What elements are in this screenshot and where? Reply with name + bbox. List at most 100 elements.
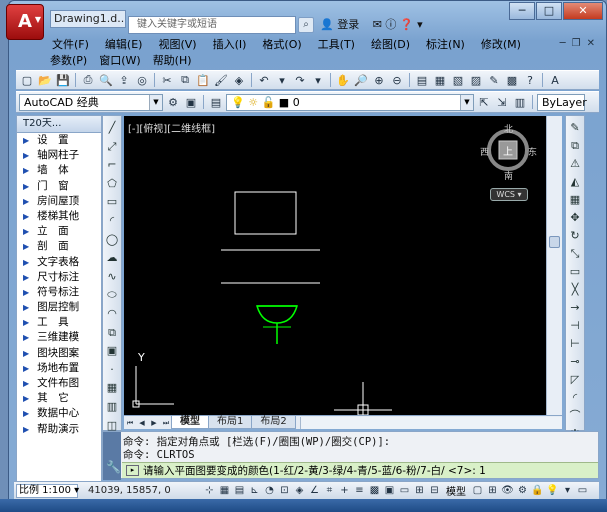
minimize-button[interactable]: ─ (509, 2, 535, 20)
make-block-icon[interactable]: ▣ (104, 343, 120, 358)
sheet-set-icon[interactable]: ▨ (468, 72, 484, 88)
polyline-icon[interactable]: ⌐ (104, 157, 120, 172)
menu-format[interactable]: 格式(O) (254, 36, 309, 52)
circle-icon[interactable]: ◯ (104, 232, 120, 247)
layer-previous-icon[interactable]: ⇲ (494, 94, 510, 110)
copy-icon[interactable]: ⧉ (177, 72, 193, 88)
horizontal-scrollbar[interactable] (299, 416, 562, 429)
quick-view-drawings-icon[interactable]: ⊞ (485, 484, 500, 498)
drawn-rectangle[interactable] (234, 191, 297, 235)
t20-item-blocks-hatch[interactable]: ▶ 图块图案 (17, 346, 101, 361)
clean-screen-icon[interactable]: ▭ (575, 484, 590, 498)
drawing-canvas[interactable]: [-][俯视][二维线框] 北 南 东 西 上 WCS ▾ Y (124, 116, 546, 415)
t20-item-3d-modeling[interactable]: ▶ 三维建模 (17, 330, 101, 345)
array-icon[interactable]: ▦ (567, 192, 583, 207)
model-space-button[interactable]: 模型 (442, 483, 470, 498)
3d-object-snap-icon[interactable]: ◈ (292, 484, 307, 498)
gradient-icon[interactable]: ▥ (104, 399, 120, 414)
t20-item-stairs[interactable]: ▶ 楼梯其他 (17, 209, 101, 224)
menu-draw[interactable]: 绘图(D) (363, 36, 418, 52)
next-tab-icon[interactable]: ▶ (148, 417, 160, 429)
menu-window[interactable]: 窗口(W) (93, 52, 146, 68)
menu-tools[interactable]: 工具(T) (310, 36, 363, 52)
infer-constraints-icon[interactable]: ⊹ (202, 484, 217, 498)
help-icon[interactable]: ? (522, 72, 538, 88)
pan-icon[interactable]: ✋ (335, 72, 351, 88)
compass-north[interactable]: 北 (504, 122, 513, 135)
move-icon[interactable]: ✥ (567, 210, 583, 225)
t20-item-text-table[interactable]: ▶ 文字表格 (17, 255, 101, 270)
annotation-visibility-icon[interactable]: 👁 (500, 484, 515, 498)
line-icon[interactable]: ╱ (104, 120, 120, 135)
ellipse-arc-icon[interactable]: ◠ (104, 306, 120, 321)
print-preview-icon[interactable]: 🔍 (98, 72, 114, 88)
copy-object-icon[interactable]: ⧉ (567, 138, 583, 153)
isolate-objects-icon[interactable]: 💡 (545, 484, 560, 498)
t20-item-axis-column[interactable]: ▶ 轴网柱子 (17, 148, 101, 163)
offset-icon[interactable]: ◭ (567, 174, 583, 189)
object-snap-tracking-icon[interactable]: ∠ (307, 484, 322, 498)
layer-select[interactable]: 💡 ☼ 🔓 ■ 0 ▼ (226, 93, 474, 111)
workspace-settings-icon[interactable]: ⚙ (165, 94, 181, 110)
tool-palettes-icon[interactable]: ▧ (450, 72, 466, 88)
properties-icon[interactable]: ▤ (414, 72, 430, 88)
lock-ui-icon[interactable]: 🔒 (530, 484, 545, 498)
zoom-previous-icon[interactable]: ⊖ (389, 72, 405, 88)
t20-item-elevation[interactable]: ▶ 立 面 (17, 224, 101, 239)
scrollbar-thumb[interactable] (549, 236, 560, 248)
menu-view[interactable]: 视图(V) (150, 36, 204, 52)
break-at-point-icon[interactable]: ⊣ (567, 318, 583, 333)
doc-close-button[interactable]: ✕ (587, 38, 595, 49)
selection-filter-icon[interactable]: ⊟ (427, 484, 442, 498)
cursor-coordinates[interactable]: 41039, 15857, 0 (78, 485, 202, 496)
help-icon[interactable]: ✉ ⓘ ❓ ▾ (373, 18, 423, 31)
publish-icon[interactable]: ⇪ (116, 72, 132, 88)
color-select[interactable]: ByLayer (537, 93, 587, 111)
login-button[interactable]: 👤 登录 ✉ ⓘ ❓ ▾ (320, 16, 423, 34)
snap-mode-icon[interactable]: ▦ (217, 484, 232, 498)
t20-item-symbol[interactable]: ▶ 符号标注 (17, 285, 101, 300)
erase-icon[interactable]: ✎ (567, 120, 583, 135)
application-menu-button[interactable]: A ▼ (6, 4, 44, 40)
workspace-icon[interactable]: ▣ (183, 94, 199, 110)
tab-layout1[interactable]: 布局1 (208, 416, 253, 429)
layer-manager-icon[interactable]: ▤ (208, 94, 224, 110)
polar-tracking-icon[interactable]: ◔ (262, 484, 277, 498)
doc-restore-button[interactable]: ❐ (572, 38, 581, 49)
cut-icon[interactable]: ✂ (159, 72, 175, 88)
join-icon[interactable]: ⊸ (567, 354, 583, 369)
zoom-realtime-icon[interactable]: 🔎 (353, 72, 369, 88)
t20-item-site-layout[interactable]: ▶ 场地布置 (17, 361, 101, 376)
ellipse-icon[interactable]: ⬭ (104, 287, 120, 302)
save-icon[interactable]: 💾 (55, 72, 71, 88)
t20-item-dimension[interactable]: ▶ 尺寸标注 (17, 270, 101, 285)
binoculars-icon[interactable]: ⌕ (298, 17, 314, 33)
menu-parameters[interactable]: 参数(P) (44, 52, 93, 68)
wrench-icon[interactable]: 🔧 (106, 460, 121, 474)
chamfer-icon[interactable]: ◸ (567, 372, 583, 387)
t20-item-other[interactable]: ▶ 其 它 (17, 391, 101, 406)
workspace-select[interactable]: AutoCAD 经典 ▼ (19, 93, 163, 111)
t20-item-doors-windows[interactable]: ▶ 门 窗 (17, 179, 101, 194)
construction-line-icon[interactable]: ⤢ (104, 139, 120, 154)
doc-minimize-button[interactable]: ─ (560, 38, 566, 49)
lineweight-icon[interactable]: ≡ (352, 484, 367, 498)
t20-item-data-center[interactable]: ▶ 数据中心 (17, 406, 101, 421)
match-properties-icon[interactable]: 🖌 (213, 72, 229, 88)
t20-item-help-demo[interactable]: ▶ 帮助演示 (17, 422, 101, 437)
undo-dropdown-icon[interactable]: ▾ (274, 72, 290, 88)
paste-icon[interactable]: 📋 (195, 72, 211, 88)
point-icon[interactable]: · (104, 362, 120, 377)
rectangle-icon[interactable]: ▭ (104, 194, 120, 209)
ortho-mode-icon[interactable]: ⊾ (247, 484, 262, 498)
break-icon[interactable]: ⊢ (567, 336, 583, 351)
t20-item-layer-control[interactable]: ▶ 图层控制 (17, 300, 101, 315)
zoom-window-icon[interactable]: ⊕ (371, 72, 387, 88)
annotation-monitor-icon[interactable]: ⊞ (412, 484, 427, 498)
vertical-scrollbar[interactable] (546, 116, 562, 415)
dynamic-ucs-icon[interactable]: ⌗ (322, 484, 337, 498)
redo-icon[interactable]: ↷ (292, 72, 308, 88)
compass-west[interactable]: 西 (480, 145, 489, 158)
status-menu-icon[interactable]: ▾ (560, 484, 575, 498)
close-button[interactable]: ✕ (563, 2, 603, 20)
